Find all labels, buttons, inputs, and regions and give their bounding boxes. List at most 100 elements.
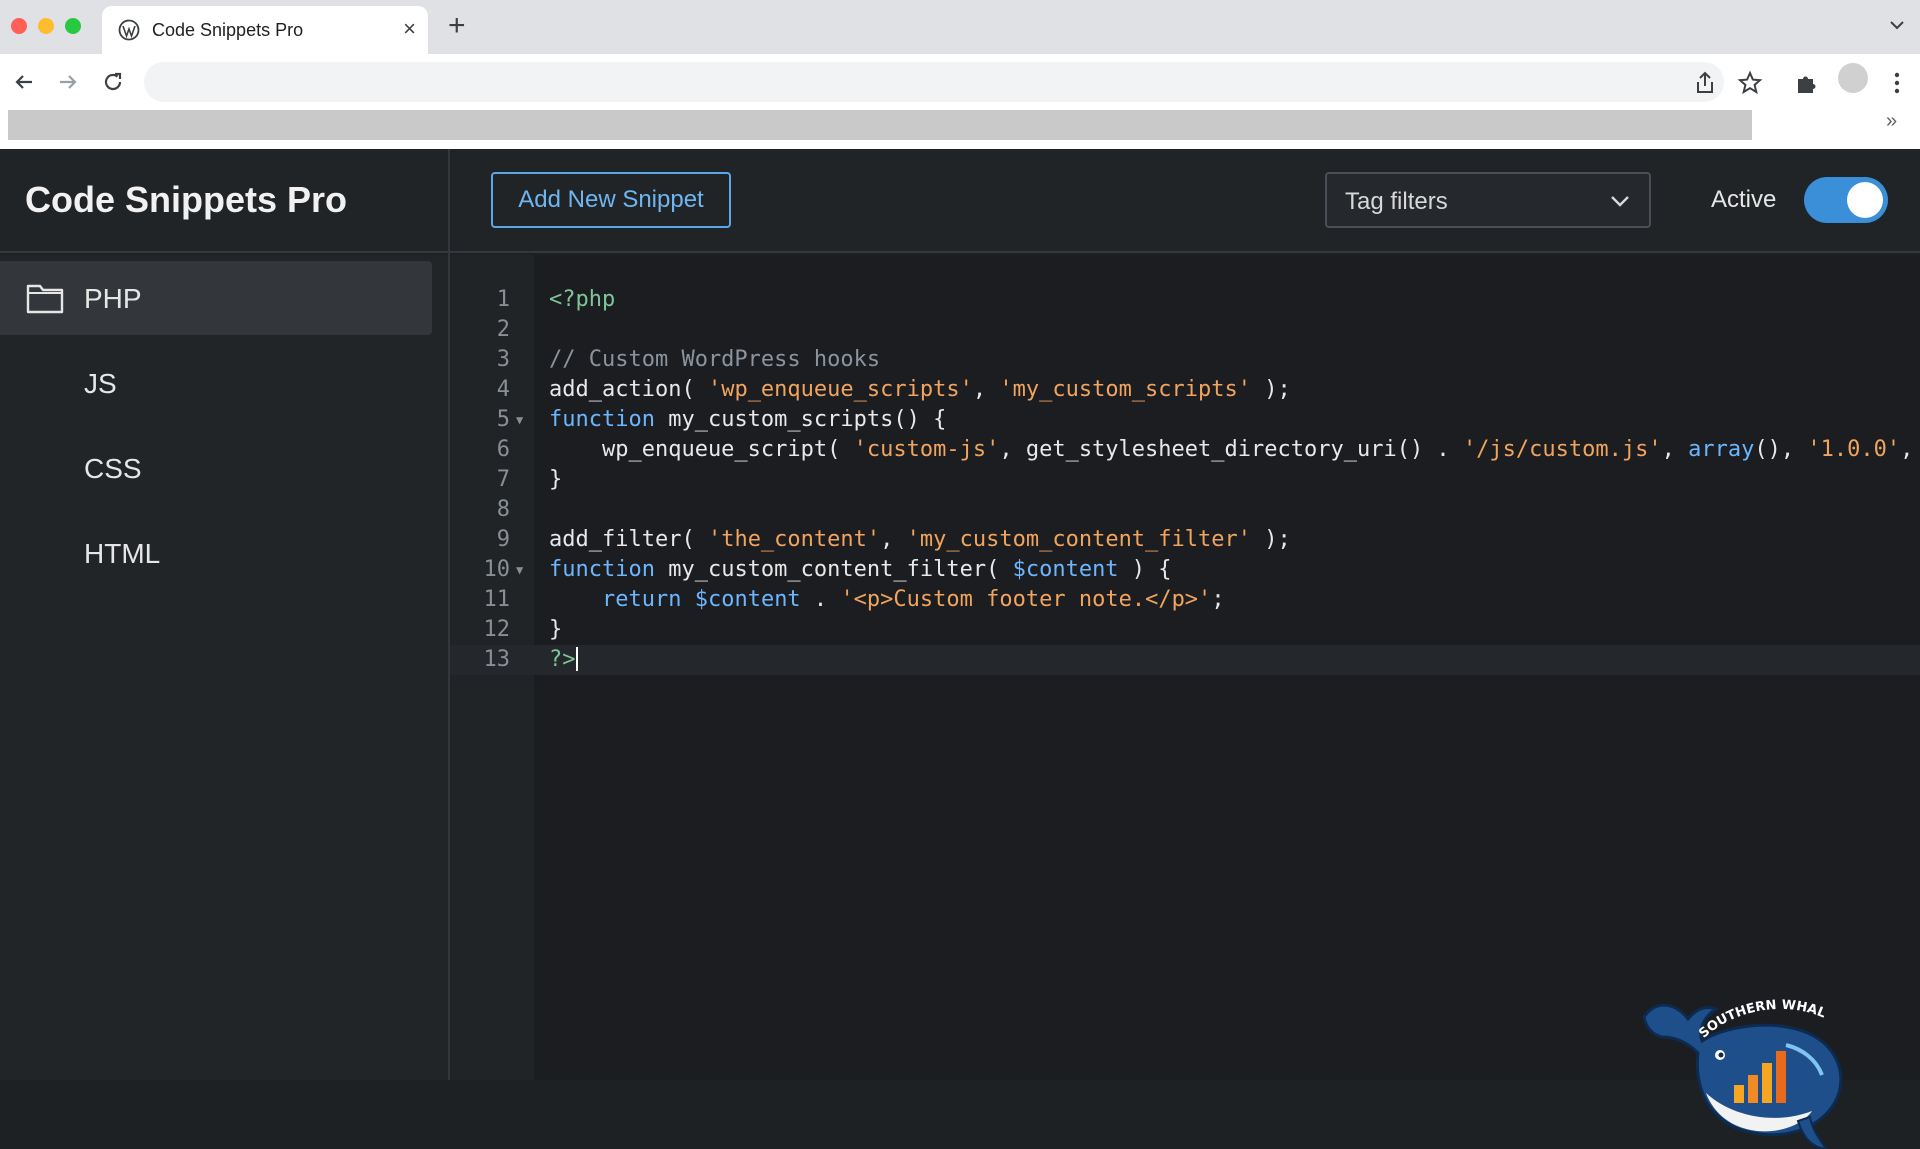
code-token: , [880,527,907,552]
code-line[interactable]: 9 add_filter( 'the_content', 'my_custom_c… [450,525,1920,555]
code-token: . [800,587,841,612]
minimize-window-button[interactable] [38,18,54,34]
line-number: 2 [496,317,510,342]
tab-title: Code Snippets Pro [152,20,304,40]
code-token: 'my_custom_content_filter' [906,527,1252,552]
code-token: , get_stylesheet_directory_uri() . [999,437,1463,462]
code-token: <?php [549,287,616,312]
line-number: 3 [496,347,510,372]
text-cursor [575,647,578,671]
close-window-button[interactable] [11,18,27,34]
code-token: 'custom-js' [853,437,1000,462]
code-token: $content [1012,557,1119,582]
code-token: // Custom WordPress hooks [549,347,881,372]
add-new-snippet-button[interactable]: Add New Snippet [491,172,731,228]
code-line[interactable]: 12} [450,615,1920,645]
code-token: array [1688,437,1755,462]
active-toggle[interactable] [1804,177,1888,223]
bookmark-star-icon[interactable] [1737,70,1763,96]
code-token: add_filter( [549,527,708,552]
code-token: wp_enqueue_script( [549,437,854,462]
code-text: // Custom WordPress hooks [549,345,880,375]
code-token: add_action( [549,377,708,402]
app-header: Code Snippets Pro Add New Snippet Tag fi… [0,149,1920,253]
share-icon[interactable] [1692,70,1718,96]
line-number: 1 [496,287,510,312]
line-number: 5 [496,407,510,432]
code-token: , [1661,437,1689,462]
code-line[interactable]: 10 ▼ function my_custom_content_filter( $c… [450,555,1920,585]
fold-arrow-icon[interactable]: ▼ [516,555,523,585]
code-text: add_filter( 'the_content', 'my_custom_co… [549,525,1291,555]
code-token: , [1900,437,1914,462]
sidebar-item-label: PHP [84,283,142,314]
code-token: my_custom_content_filter( [654,557,1013,582]
active-label: Active [1711,186,1777,213]
code-line[interactable]: 6 wp_enqueue_script( 'custom-js', get_st… [450,435,1920,465]
code-text: return $content . '<p>Custom footer note… [549,585,1225,615]
code-line[interactable]: 1 <?php [450,285,1920,315]
extensions-puzzle-icon[interactable] [1793,70,1819,96]
wordpress-icon [118,19,140,41]
bookmarks-overflow-button[interactable]: » [1886,110,1897,133]
code-token: ; [1211,587,1225,612]
sidebar-item-css[interactable]: CSS [0,431,432,505]
bookmarks-bar [8,110,1752,140]
code-line[interactable]: 3 // Custom WordPress hooks [450,345,1920,375]
back-arrow-icon[interactable] [10,68,38,96]
sidebar-item-php[interactable]: PHP [0,261,432,335]
code-line[interactable]: 4 add_action( 'wp_enqueue_scripts', 'my_c… [450,375,1920,405]
code-editor[interactable]: 1 <?php 2 3 // Custom WordPress hooks 4 add_ac… [450,255,1920,1080]
sidebar-item-js[interactable]: JS [0,346,432,420]
tab-search-chevron-icon[interactable] [1888,16,1906,34]
code-line[interactable]: 11 return $content . '<p>Custom footer n… [450,585,1920,615]
maximize-window-button[interactable] [65,18,81,34]
fold-arrow-icon[interactable]: ▼ [516,405,523,435]
line-number: 12 [483,617,511,642]
code-line[interactable]: 5 ▼ function my_custom_scripts() { [450,405,1920,435]
code-line[interactable]: 13 ?> [450,645,1920,675]
code-text: function my_custom_scripts() { [549,405,946,435]
app-brand: Code Snippets Pro [25,179,348,220]
browser-tab[interactable]: Code Snippets Pro × [102,6,428,54]
sidebar-item-label: CSS [84,453,142,484]
code-token: $content [694,587,801,612]
code-token: function [549,557,655,582]
code-line[interactable]: 2 [450,315,1920,345]
code-token: 'the_content' [707,527,881,552]
line-number: 6 [496,437,510,462]
chevron-down-icon [1611,196,1629,207]
code-text: } [549,615,562,645]
browser-menu-icon[interactable] [1884,70,1910,96]
reload-icon[interactable] [99,68,127,96]
line-number: 13 [483,647,511,672]
close-tab-icon[interactable]: × [403,17,416,41]
code-snippets-app: Code Snippets Pro Add New Snippet Tag fi… [0,149,1920,1149]
toggle-knob [1847,182,1883,218]
profile-avatar[interactable] [1838,63,1868,93]
code-text: <?php [549,285,615,315]
address-bar[interactable] [144,62,1724,102]
southern-whale-logo: SOUTHERN WHALE [1636,989,1843,1149]
code-token: my_custom_scripts() { [654,407,947,432]
code-token: (), [1754,437,1808,462]
tag-filters-select[interactable]: Tag filters [1325,172,1651,228]
code-token: '<p>Custom footer note.</p>' [840,587,1212,612]
code-line[interactable]: 7} [450,465,1920,495]
code-line[interactable]: 8 [450,495,1920,525]
code-token: ); [1251,527,1291,552]
line-number: 8 [496,497,510,522]
tag-filters-label: Tag filters [1345,188,1448,215]
forward-arrow-icon[interactable] [54,68,82,96]
code-token: , [972,377,1000,402]
browser-tab-strip: Code Snippets Pro × + [0,0,1920,54]
code-token: 'wp_enqueue_scripts' [707,377,973,402]
code-token: ); [1251,377,1291,402]
sidebar-item-html[interactable]: HTML [0,516,432,590]
line-number: 7 [496,467,510,492]
code-text: ?> [549,645,578,675]
sidebar-item-label: JS [84,368,117,399]
line-number: 4 [496,377,510,402]
new-tab-button[interactable]: + [448,10,466,42]
